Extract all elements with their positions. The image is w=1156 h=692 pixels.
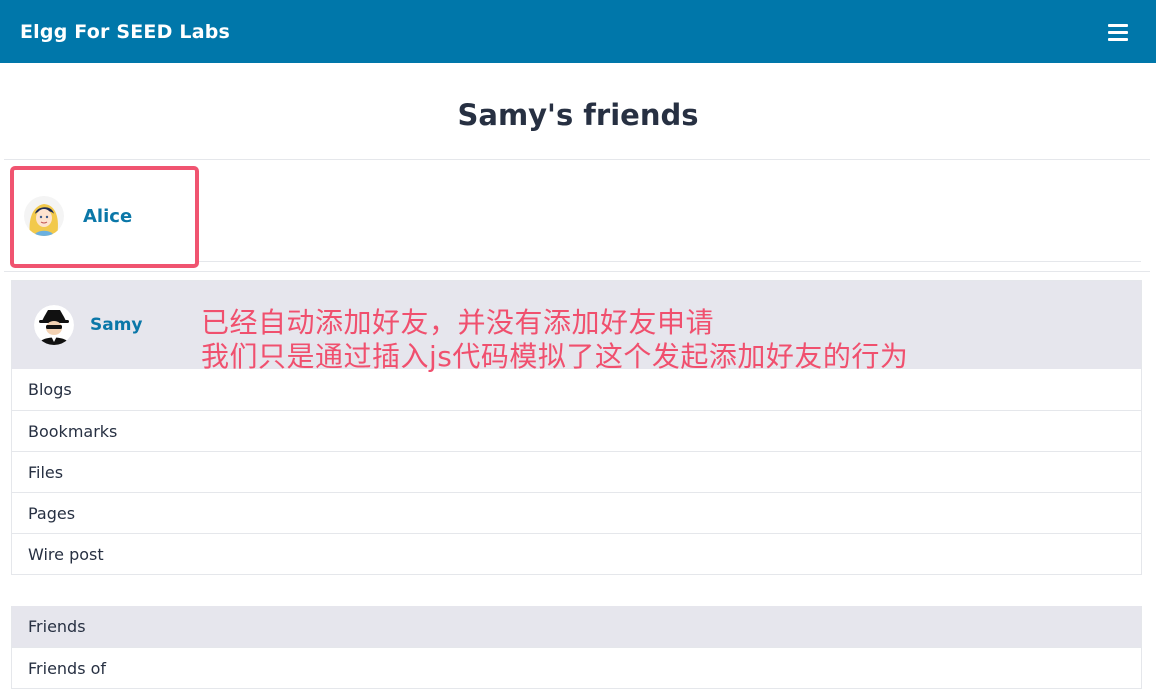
owner-menu-item-bookmarks[interactable]: Bookmarks [12, 410, 1141, 451]
owner-menu: Blogs Bookmarks Files Pages Wire post [12, 369, 1141, 574]
top-bar: Elgg For SEED Labs [0, 0, 1156, 63]
owner-menu-item-wire-post[interactable]: Wire post [12, 533, 1141, 574]
owner-name-link[interactable]: Samy [90, 315, 143, 335]
hamburger-menu-icon[interactable] [1108, 23, 1130, 41]
annotation-text: 已经自动添加好友，并没有添加好友申请 我们只是通过插入js代码模拟了这个发起添加… [201, 306, 908, 374]
annotation-line-1: 已经自动添加好友，并没有添加好友申请 [201, 306, 715, 339]
owner-menu-item-pages[interactable]: Pages [12, 492, 1141, 533]
page-title: Samy's friends [457, 98, 699, 132]
list-divider-bottom [4, 271, 1150, 272]
site-title-link[interactable]: Elgg For SEED Labs [20, 21, 230, 43]
list-divider [196, 261, 1141, 262]
highlight-box [10, 166, 199, 268]
friends-menu-list: Friends Friends of [12, 606, 1141, 688]
title-divider [4, 159, 1150, 160]
friends-menu: Friends Friends of [11, 606, 1142, 689]
friends-menu-item-friends[interactable]: Friends [12, 606, 1141, 647]
samy-avatar-icon[interactable] [34, 305, 74, 345]
owner-menu-item-blogs[interactable]: Blogs [12, 369, 1141, 410]
owner-menu-item-files[interactable]: Files [12, 451, 1141, 492]
friends-menu-item-friends-of[interactable]: Friends of [12, 647, 1141, 688]
annotation-line-2: 我们只是通过插入js代码模拟了这个发起添加好友的行为 [201, 340, 909, 373]
